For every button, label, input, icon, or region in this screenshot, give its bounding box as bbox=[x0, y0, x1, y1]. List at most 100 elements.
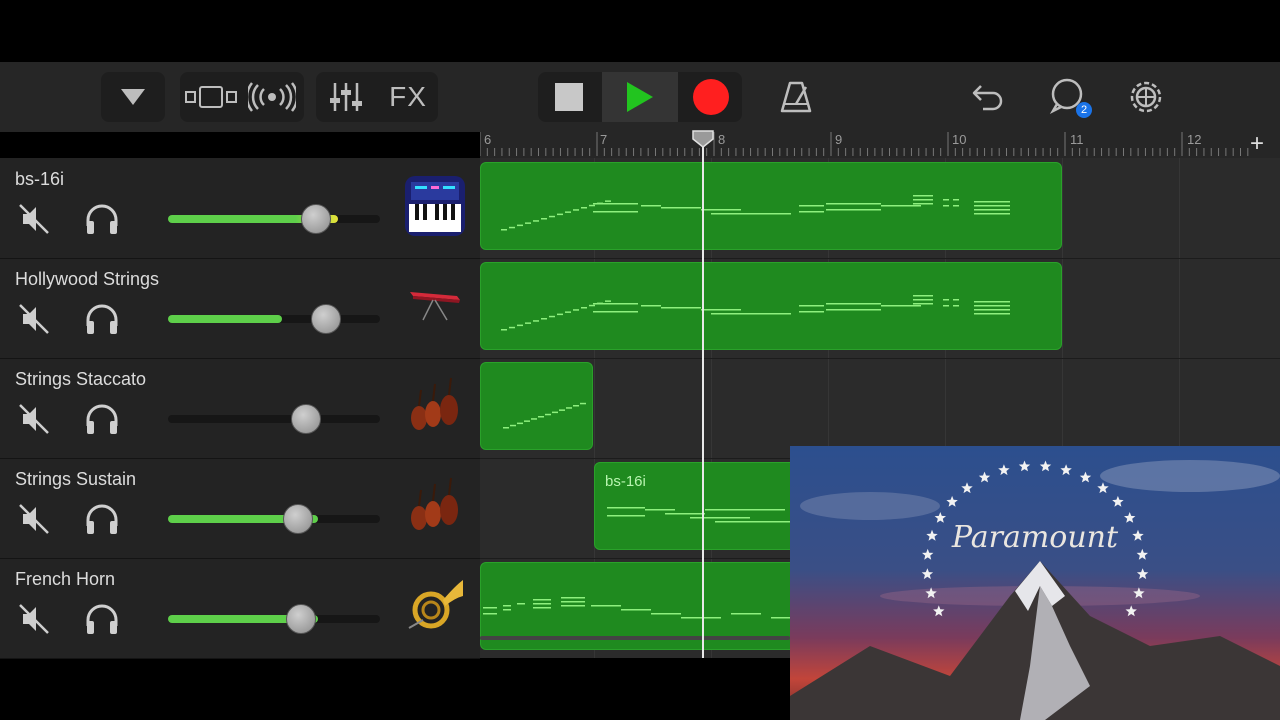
speaker-muted-icon bbox=[19, 404, 49, 434]
track-header[interactable]: bs-16i bbox=[0, 158, 480, 259]
track-name: Strings Staccato bbox=[15, 369, 147, 389]
live-loops-button[interactable] bbox=[242, 72, 302, 122]
tracks-menu-group bbox=[101, 72, 165, 122]
mute-button[interactable] bbox=[17, 302, 51, 336]
video-overlay[interactable]: Paramount bbox=[790, 446, 1280, 720]
bar-number: 8 bbox=[718, 132, 726, 147]
midi-note bbox=[974, 213, 1010, 215]
track-lane[interactable] bbox=[480, 358, 1280, 459]
midi-note bbox=[483, 607, 497, 609]
loops-button[interactable]: 2 bbox=[1040, 72, 1096, 122]
midi-note bbox=[593, 311, 638, 313]
midi-note bbox=[953, 299, 959, 301]
playhead[interactable] bbox=[702, 132, 704, 658]
bar-number: 12 bbox=[1187, 132, 1202, 147]
timeline-ruler[interactable]: 6 7 8 9 10 11 12 + bbox=[480, 130, 1280, 158]
add-section-button[interactable]: + bbox=[1250, 130, 1264, 158]
midi-note bbox=[538, 416, 544, 418]
midi-note bbox=[826, 303, 881, 305]
view-toggle-icon bbox=[185, 86, 237, 108]
midi-note bbox=[580, 402, 586, 405]
volume-slider[interactable] bbox=[168, 204, 380, 234]
midi-note bbox=[661, 207, 701, 209]
volume-knob[interactable] bbox=[286, 604, 316, 634]
solo-button[interactable] bbox=[84, 502, 120, 536]
volume-slider[interactable] bbox=[168, 404, 380, 434]
track-header[interactable]: Strings Sustain bbox=[0, 458, 480, 559]
midi-note bbox=[483, 613, 497, 615]
midi-note bbox=[591, 605, 621, 607]
track-header[interactable]: Hollywood Strings bbox=[0, 258, 480, 359]
playhead-handle[interactable] bbox=[691, 130, 715, 148]
mute-button[interactable] bbox=[17, 202, 51, 236]
midi-note bbox=[605, 200, 611, 202]
volume-knob[interactable] bbox=[283, 504, 313, 534]
record-button[interactable] bbox=[680, 72, 742, 122]
mute-button[interactable] bbox=[17, 602, 51, 636]
dropdown-triangle-button[interactable] bbox=[101, 72, 165, 122]
midi-note bbox=[573, 405, 579, 407]
solo-button[interactable] bbox=[84, 402, 120, 436]
violin-section-icon bbox=[411, 377, 458, 430]
view-toggle-button[interactable] bbox=[180, 72, 240, 122]
volume-slider[interactable] bbox=[168, 504, 380, 534]
midi-note bbox=[913, 299, 933, 301]
midi-note bbox=[974, 209, 1010, 211]
midi-note bbox=[501, 329, 507, 331]
headphones-icon bbox=[86, 604, 118, 634]
fx-button[interactable]: FX bbox=[378, 72, 438, 122]
track-headers: bs-16i Hollywood Strings Strings Staccat… bbox=[0, 158, 480, 659]
speaker-muted-icon bbox=[19, 204, 49, 234]
midi-note bbox=[913, 295, 933, 297]
midi-note bbox=[533, 607, 551, 609]
play-button[interactable] bbox=[602, 72, 678, 122]
undo-button[interactable] bbox=[960, 72, 1016, 122]
midi-note bbox=[593, 203, 638, 205]
midi-notes bbox=[501, 195, 1010, 231]
solo-button[interactable] bbox=[84, 202, 120, 236]
midi-note bbox=[557, 213, 563, 216]
midi-note bbox=[913, 199, 933, 201]
mute-button[interactable] bbox=[17, 402, 51, 436]
midi-note bbox=[581, 207, 587, 209]
midi-note bbox=[589, 304, 595, 307]
mute-button[interactable] bbox=[17, 502, 51, 536]
track-name: Strings Sustain bbox=[15, 469, 137, 489]
midi-region[interactable] bbox=[480, 162, 1062, 250]
solo-button[interactable] bbox=[84, 602, 120, 636]
mixer-button[interactable] bbox=[316, 72, 376, 122]
settings-button[interactable] bbox=[1118, 72, 1174, 122]
track-header[interactable]: Strings Staccato bbox=[0, 358, 480, 459]
midi-note bbox=[731, 613, 761, 615]
track-header[interactable]: French Horn bbox=[0, 558, 480, 659]
volume-knob[interactable] bbox=[291, 404, 321, 434]
violin-section-icon bbox=[411, 477, 458, 530]
track-lane[interactable] bbox=[480, 158, 1280, 259]
bar-number: 9 bbox=[835, 132, 843, 147]
track-lane[interactable] bbox=[480, 258, 1280, 359]
midi-region[interactable] bbox=[480, 362, 593, 450]
midi-note bbox=[541, 318, 547, 320]
midi-note bbox=[517, 603, 525, 605]
midi-note bbox=[517, 224, 523, 227]
midi-note bbox=[503, 427, 509, 429]
transport-group bbox=[538, 72, 742, 122]
midi-note bbox=[621, 609, 651, 611]
bar-number: 6 bbox=[484, 132, 492, 147]
stop-button[interactable] bbox=[538, 72, 600, 122]
volume-knob[interactable] bbox=[301, 204, 331, 234]
volume-slider[interactable] bbox=[168, 604, 380, 634]
red-keyboard-icon bbox=[410, 292, 460, 321]
mountain-logo-image bbox=[790, 446, 1280, 720]
volume-slider[interactable] bbox=[168, 304, 380, 334]
midi-note bbox=[593, 211, 638, 213]
metronome-button[interactable] bbox=[768, 72, 824, 122]
midi-note bbox=[545, 413, 551, 416]
solo-button[interactable] bbox=[84, 302, 120, 336]
headphones-icon bbox=[86, 404, 118, 434]
volume-knob[interactable] bbox=[311, 304, 341, 334]
stop-icon bbox=[555, 83, 583, 111]
midi-region[interactable] bbox=[480, 262, 1062, 350]
horizontal-scrollbar[interactable] bbox=[480, 636, 790, 640]
broadcast-icon bbox=[248, 82, 296, 112]
